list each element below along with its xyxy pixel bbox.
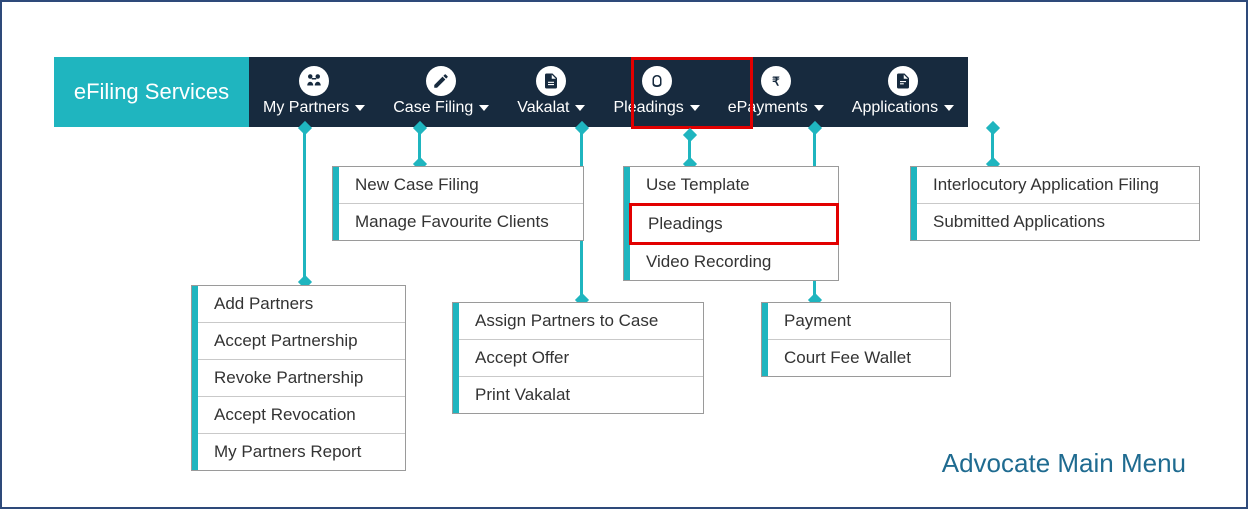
nav-item-epayments[interactable]: ₹ ePayments	[714, 57, 838, 127]
nav-label-case-filing: Case Filing	[393, 99, 473, 117]
nav-item-my-partners[interactable]: My Partners	[249, 57, 379, 127]
nav-items-container: My Partners Case Filing Vakalat	[249, 57, 968, 127]
nav-label-vakalat: Vakalat	[517, 99, 569, 117]
hands-icon	[642, 66, 672, 96]
chevron-down-icon	[814, 105, 824, 111]
menu-item[interactable]: New Case Filing	[339, 167, 583, 204]
menu-item[interactable]: My Partners Report	[198, 434, 405, 470]
chevron-down-icon	[355, 105, 365, 111]
menu-item[interactable]: Revoke Partnership	[198, 360, 405, 397]
brand-title: eFiling Services	[54, 57, 249, 127]
rupee-icon: ₹	[761, 66, 791, 96]
nav-item-applications[interactable]: Applications	[838, 57, 968, 127]
menu-item[interactable]: Payment	[768, 303, 950, 340]
svg-text:₹: ₹	[772, 74, 780, 88]
menu-item[interactable]: Video Recording	[630, 244, 838, 280]
navbar: eFiling Services My Partners Case Filing	[54, 57, 968, 127]
menu-applications: Interlocutory Application Filing Submitt…	[910, 166, 1200, 241]
nav-label-my-partners: My Partners	[263, 99, 349, 117]
menu-case-filing: New Case Filing Manage Favourite Clients	[332, 166, 584, 241]
nav-item-vakalat[interactable]: Vakalat	[503, 57, 599, 127]
menu-item[interactable]: Court Fee Wallet	[768, 340, 950, 376]
menu-item[interactable]: Print Vakalat	[459, 377, 703, 413]
chevron-down-icon	[944, 105, 954, 111]
menu-item[interactable]: Use Template	[630, 167, 838, 204]
chevron-down-icon	[575, 105, 585, 111]
doc-icon	[536, 66, 566, 96]
chevron-down-icon	[479, 105, 489, 111]
nav-label-applications: Applications	[852, 99, 938, 117]
menu-item-highlighted[interactable]: Pleadings	[629, 203, 839, 245]
pencil-icon	[426, 66, 456, 96]
menu-item[interactable]: Accept Partnership	[198, 323, 405, 360]
menu-item[interactable]: Accept Revocation	[198, 397, 405, 434]
menu-item[interactable]: Manage Favourite Clients	[339, 204, 583, 240]
menu-item[interactable]: Accept Offer	[459, 340, 703, 377]
diagram-frame: eFiling Services My Partners Case Filing	[0, 0, 1248, 509]
partners-icon	[299, 66, 329, 96]
menu-my-partners: Add Partners Accept Partnership Revoke P…	[191, 285, 406, 471]
nav-item-case-filing[interactable]: Case Filing	[379, 57, 503, 127]
nav-label-pleadings: Pleadings	[613, 99, 683, 117]
menu-item[interactable]: Add Partners	[198, 286, 405, 323]
menu-item[interactable]: Interlocutory Application Filing	[917, 167, 1199, 204]
doc2-icon	[888, 66, 918, 96]
diagram-caption: Advocate Main Menu	[942, 448, 1186, 479]
menu-item[interactable]: Submitted Applications	[917, 204, 1199, 240]
menu-vakalat: Assign Partners to Case Accept Offer Pri…	[452, 302, 704, 414]
nav-item-pleadings[interactable]: Pleadings	[599, 57, 713, 127]
connector-line	[303, 128, 306, 280]
menu-item[interactable]: Assign Partners to Case	[459, 303, 703, 340]
menu-epayments: Payment Court Fee Wallet	[761, 302, 951, 377]
nav-label-epayments: ePayments	[728, 99, 808, 117]
chevron-down-icon	[690, 105, 700, 111]
menu-pleadings: Use Template Pleadings Video Recording	[623, 166, 839, 281]
